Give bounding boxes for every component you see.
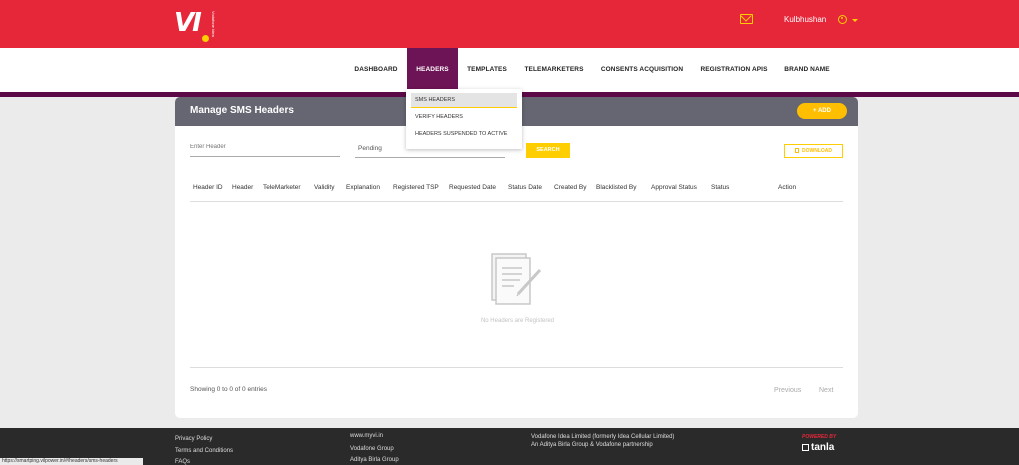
dropdown-sms-headers[interactable]: SMS HEADERS	[411, 93, 517, 108]
tanla-brand: tanla	[811, 442, 835, 453]
page-title: Manage SMS Headers	[190, 105, 294, 116]
user-icon[interactable]	[838, 15, 847, 24]
next-page-button[interactable]: Next	[819, 387, 833, 394]
nav-templates[interactable]: TEMPLATES	[462, 48, 512, 92]
footer-vodafone-group[interactable]: Vodafone Group	[350, 446, 394, 452]
column-action[interactable]: Action	[778, 184, 796, 191]
add-button[interactable]: + ADD	[797, 103, 847, 119]
footer-company-text: Vodafone Idea Limited (formerly Idea Cel…	[531, 434, 675, 448]
chevron-down-icon[interactable]	[852, 19, 858, 22]
search-button[interactable]: SEARCH	[526, 143, 570, 158]
footer-aditya-birla-group[interactable]: Aditya Birla Group	[350, 457, 399, 463]
username[interactable]: Kulbhushan	[784, 15, 826, 24]
header-search-input[interactable]	[190, 138, 340, 157]
column-header-id[interactable]: Header ID	[193, 184, 223, 191]
column-status-date[interactable]: Status Date	[508, 184, 542, 191]
footer-terms[interactable]: Terms and Conditions	[175, 448, 233, 454]
column-requested-date[interactable]: Requested Date	[449, 184, 496, 191]
footer-faqs[interactable]: FAQs	[175, 459, 190, 465]
logo-subtext: Vodafone Idea	[211, 11, 216, 37]
column-header[interactable]: Header	[232, 184, 253, 191]
column-explanation[interactable]: Explanation	[346, 184, 380, 191]
mail-icon[interactable]	[740, 14, 753, 24]
headers-dropdown: SMS HEADERS VERIFY HEADERS HEADERS SUSPE…	[406, 89, 522, 149]
column-blacklisted-by[interactable]: Blacklisted By	[596, 184, 636, 191]
footer: Privacy Policy Terms and Conditions FAQs…	[0, 428, 1019, 465]
column-registered-tsp[interactable]: Registered TSP	[393, 184, 439, 191]
column-telemarketer[interactable]: TeleMarketer	[263, 184, 301, 191]
logo-dot	[202, 35, 209, 42]
vi-logo[interactable]: VI Vodafone Idea	[174, 8, 218, 44]
powered-by-label: POWERED BY	[802, 434, 837, 440]
column-status[interactable]: Status	[711, 184, 729, 191]
main-nav: DASHBOARD HEADERS TEMPLATES TELEMARKETER…	[0, 48, 1019, 92]
download-label: DOWNLOAD	[802, 148, 832, 154]
footer-privacy-policy[interactable]: Privacy Policy	[175, 436, 212, 442]
nav-registration-apis[interactable]: REGISTRATION APIS	[696, 48, 772, 92]
column-approval-status[interactable]: Approval Status	[651, 184, 697, 191]
browser-status-url: https://smartping.vilpower.in/#/headers/…	[0, 458, 143, 465]
column-created-by[interactable]: Created By	[554, 184, 587, 191]
previous-page-button[interactable]: Previous	[774, 387, 801, 394]
table-header-divider	[190, 201, 843, 202]
download-icon	[795, 148, 799, 153]
top-header-bar: VI Vodafone Idea Kulbhushan	[0, 0, 1019, 48]
logo-text: VI	[174, 8, 202, 38]
tanla-icon	[802, 444, 809, 451]
tanla-logo: tanla	[802, 442, 834, 453]
nav-dashboard[interactable]: DASHBOARD	[350, 48, 402, 92]
empty-document-icon	[491, 253, 542, 305]
nav-consents-acquisition[interactable]: CONSENTS ACQUISITION	[596, 48, 688, 92]
entries-count: Showing 0 to 0 of 0 entries	[190, 386, 267, 393]
nav-headers[interactable]: HEADERS	[407, 48, 458, 92]
table-bottom-divider	[190, 367, 843, 368]
dropdown-headers-suspended-to-active[interactable]: HEADERS SUSPENDED TO ACTIVE	[411, 127, 517, 142]
dropdown-verify-headers[interactable]: VERIFY HEADERS	[411, 110, 517, 125]
nav-telemarketers[interactable]: TELEMARKETERS	[520, 48, 588, 92]
column-validity[interactable]: Validity	[314, 184, 334, 191]
nav-brand-name[interactable]: BRAND NAME	[780, 48, 834, 92]
footer-myvi[interactable]: www.myvi.in	[350, 433, 383, 439]
download-button[interactable]: DOWNLOAD	[784, 144, 843, 158]
empty-state-text: No Headers are Registered	[480, 318, 555, 324]
